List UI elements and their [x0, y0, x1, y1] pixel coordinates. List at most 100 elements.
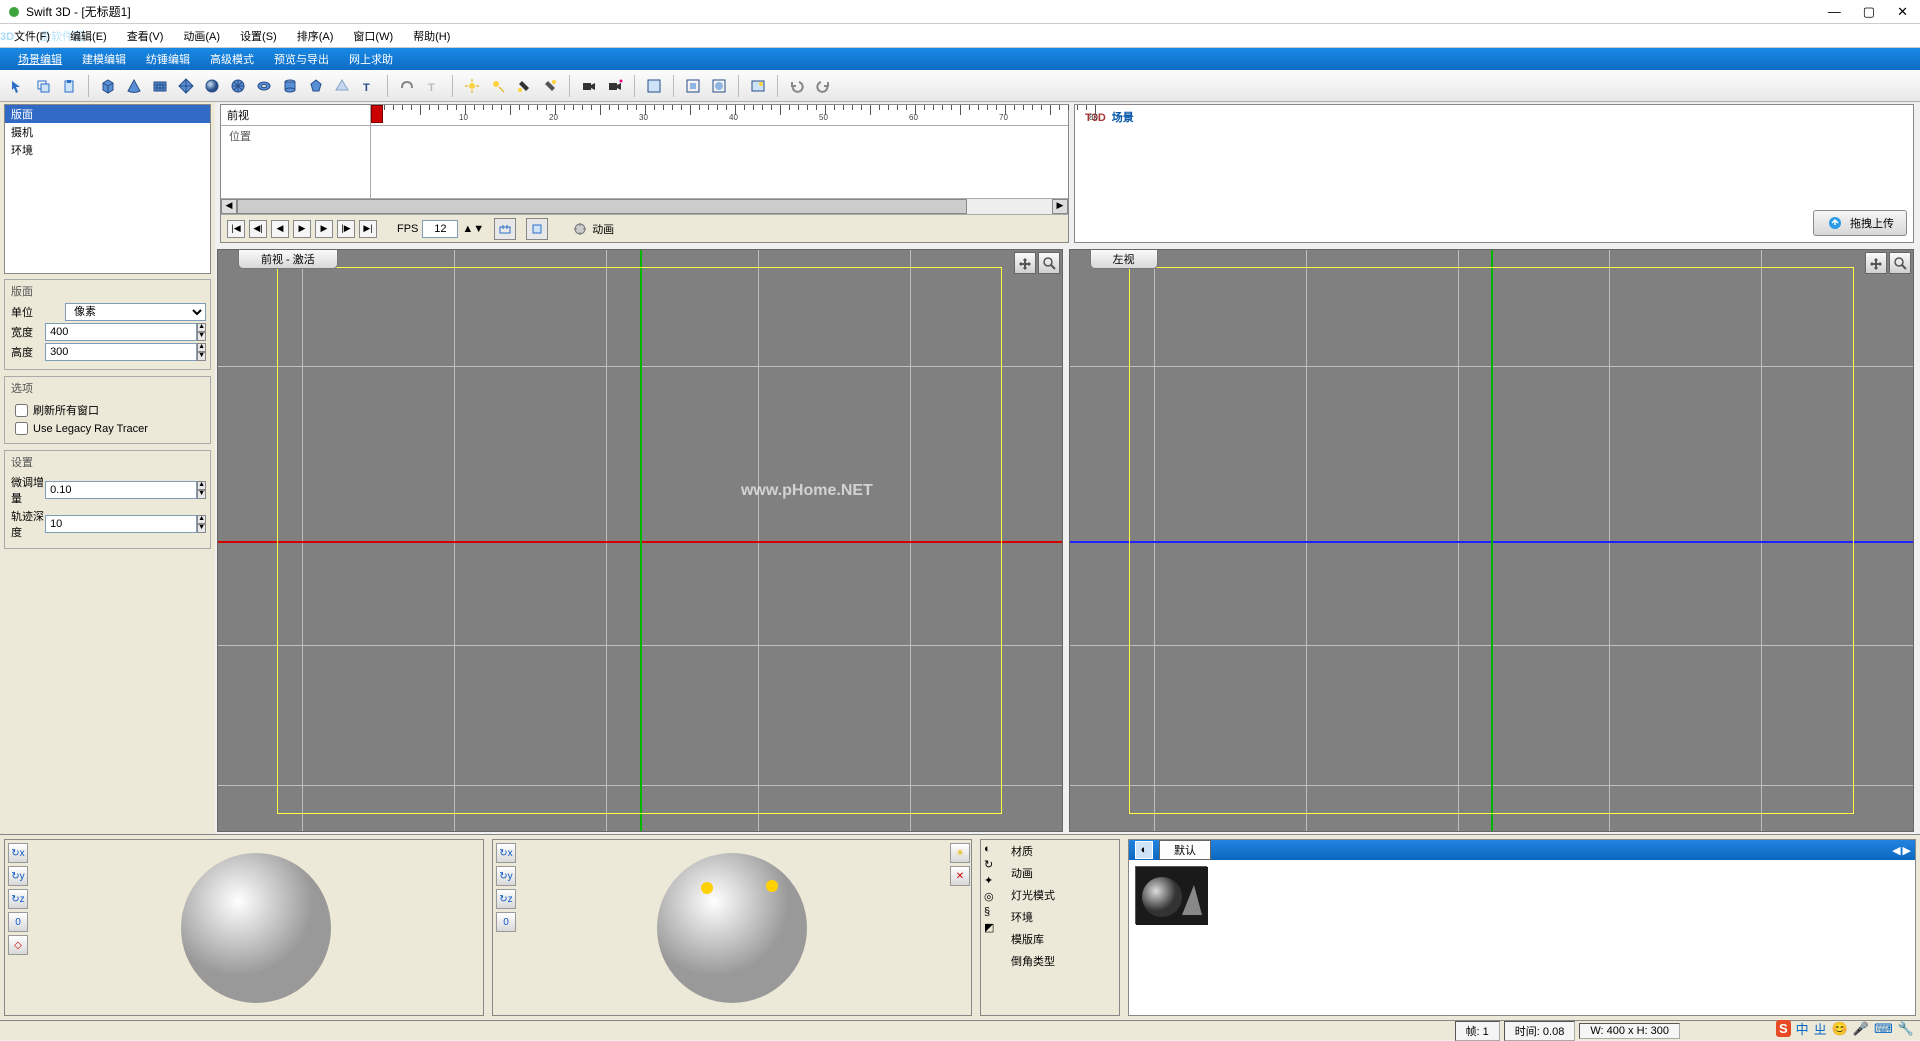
- list-item[interactable]: 版面: [5, 105, 210, 123]
- material-icon-5[interactable]: §: [984, 906, 1002, 918]
- material-icon-4[interactable]: ◎: [984, 890, 1002, 903]
- target-camera[interactable]: [604, 75, 626, 97]
- text-extrude-tool[interactable]: T: [422, 75, 444, 97]
- pointer-tool[interactable]: [6, 75, 28, 97]
- nudge-input[interactable]: [45, 481, 197, 499]
- free-light[interactable]: [461, 75, 483, 97]
- width-input[interactable]: [45, 323, 197, 341]
- gallery-next[interactable]: ▶: [1903, 844, 1911, 857]
- timeline-ruler[interactable]: 1020304050607080: [371, 105, 1068, 123]
- lock-icon[interactable]: ◇: [8, 935, 28, 955]
- menu-anim[interactable]: 动画(A): [179, 26, 224, 46]
- extrude-tool[interactable]: [396, 75, 418, 97]
- light-add[interactable]: ☀: [950, 843, 970, 863]
- frame-all[interactable]: [708, 75, 730, 97]
- ime-keyboard[interactable]: ⌨: [1874, 1021, 1893, 1037]
- goto-end[interactable]: ▶|: [359, 220, 377, 238]
- mat-category[interactable]: 灯光模式: [1005, 884, 1119, 906]
- free-camera[interactable]: [578, 75, 600, 97]
- list-item[interactable]: 环境: [5, 141, 210, 159]
- point-light[interactable]: [539, 75, 561, 97]
- next-frame[interactable]: ▶: [315, 220, 333, 238]
- upload-button[interactable]: 拖拽上传: [1813, 210, 1907, 236]
- ime-lang[interactable]: 中: [1796, 1019, 1809, 1038]
- menu-arrange[interactable]: 排序(A): [293, 26, 338, 46]
- pan-tool[interactable]: [1014, 252, 1036, 274]
- pan-tool[interactable]: [1865, 252, 1887, 274]
- frame-num[interactable]: 0: [8, 912, 28, 932]
- sphere-primitive[interactable]: [201, 75, 223, 97]
- ime-logo[interactable]: S: [1776, 1020, 1791, 1037]
- frame-selected[interactable]: [682, 75, 704, 97]
- ime-settings-icon[interactable]: 🔧: [1898, 1021, 1914, 1037]
- text-primitive[interactable]: T: [357, 75, 379, 97]
- tab-scene-edit[interactable]: 场景编辑: [8, 48, 72, 70]
- pyramid-primitive[interactable]: [331, 75, 353, 97]
- close-button[interactable]: ✕: [1897, 4, 1908, 20]
- viewport-left[interactable]: 左视: [1069, 249, 1915, 832]
- legacy-raytracer-check[interactable]: [15, 422, 28, 435]
- viewport-label[interactable]: 前视 - 激活: [238, 249, 338, 269]
- mat-category[interactable]: 倒角类型: [1005, 950, 1119, 972]
- height-input[interactable]: [45, 343, 197, 361]
- list-item[interactable]: 摄机: [5, 123, 210, 141]
- timeline-scrollbar[interactable]: ◀ ▶: [221, 198, 1068, 214]
- frame-num[interactable]: 0: [496, 912, 516, 932]
- material-icon-3[interactable]: ✦: [984, 874, 1002, 887]
- tab-model-edit[interactable]: 建模编辑: [72, 48, 136, 70]
- light-trackball[interactable]: [517, 840, 947, 1015]
- zoom-tool[interactable]: [1889, 252, 1911, 274]
- scroll-left[interactable]: ◀: [221, 199, 237, 214]
- redo-button[interactable]: [812, 75, 834, 97]
- copy-tool[interactable]: [32, 75, 54, 97]
- trackball[interactable]: [29, 840, 483, 1015]
- polyhedra-primitive[interactable]: [305, 75, 327, 97]
- gallery-opts-icon[interactable]: ◐: [1135, 841, 1153, 859]
- cylinder-primitive[interactable]: [279, 75, 301, 97]
- spot-light[interactable]: [513, 75, 535, 97]
- single-view[interactable]: [643, 75, 665, 97]
- prev-key[interactable]: ◀|: [249, 220, 267, 238]
- tab-preview-export[interactable]: 预览与导出: [264, 48, 339, 70]
- octahedron-primitive[interactable]: [175, 75, 197, 97]
- menu-help[interactable]: 帮助(H): [409, 26, 454, 46]
- material-icon-6[interactable]: ◩: [984, 921, 1002, 934]
- tab-advanced[interactable]: 高级模式: [200, 48, 264, 70]
- playhead[interactable]: [371, 105, 383, 123]
- zoom-tool[interactable]: [1038, 252, 1060, 274]
- tab-lathe-edit[interactable]: 纺锤编辑: [136, 48, 200, 70]
- spin-down[interactable]: ▼: [197, 352, 206, 361]
- rotate-x-icon[interactable]: ↻x: [8, 843, 28, 863]
- next-key[interactable]: |▶: [337, 220, 355, 238]
- mat-category[interactable]: 动画: [1005, 862, 1119, 884]
- ime-voice[interactable]: 🎤: [1853, 1021, 1869, 1037]
- viewport-label[interactable]: 左视: [1090, 249, 1158, 269]
- maximize-button[interactable]: ▢: [1863, 4, 1875, 20]
- rotate-z-icon[interactable]: ↻z: [496, 889, 516, 909]
- light-del[interactable]: ✕: [950, 866, 970, 886]
- spin-up[interactable]: ▲: [197, 323, 206, 332]
- undo-button[interactable]: [786, 75, 808, 97]
- gallery-prev[interactable]: ◀: [1892, 844, 1900, 857]
- geosphere-primitive[interactable]: [227, 75, 249, 97]
- torus-primitive[interactable]: [253, 75, 275, 97]
- menu-window[interactable]: 窗口(W): [349, 26, 397, 46]
- rotate-z-icon[interactable]: ↻z: [8, 889, 28, 909]
- material-thumb[interactable]: [1135, 866, 1207, 924]
- menu-setup[interactable]: 设置(S): [236, 26, 281, 46]
- spin-up[interactable]: ▲: [197, 343, 206, 352]
- play[interactable]: ▶: [293, 220, 311, 238]
- ime-emoji[interactable]: 😊: [1832, 1021, 1848, 1037]
- scroll-thumb[interactable]: [237, 199, 967, 214]
- rotate-x-icon[interactable]: ↻x: [496, 843, 516, 863]
- material-icon-1[interactable]: ◐: [984, 843, 1002, 855]
- mat-category[interactable]: 环境: [1005, 906, 1119, 928]
- fps-input[interactable]: [422, 220, 458, 238]
- cube-primitive[interactable]: [97, 75, 119, 97]
- prev-frame[interactable]: ◀: [271, 220, 289, 238]
- target-light[interactable]: [487, 75, 509, 97]
- cone-primitive[interactable]: [123, 75, 145, 97]
- refresh-all-check[interactable]: [15, 404, 28, 417]
- scroll-right[interactable]: ▶: [1052, 199, 1068, 214]
- render-preview[interactable]: [747, 75, 769, 97]
